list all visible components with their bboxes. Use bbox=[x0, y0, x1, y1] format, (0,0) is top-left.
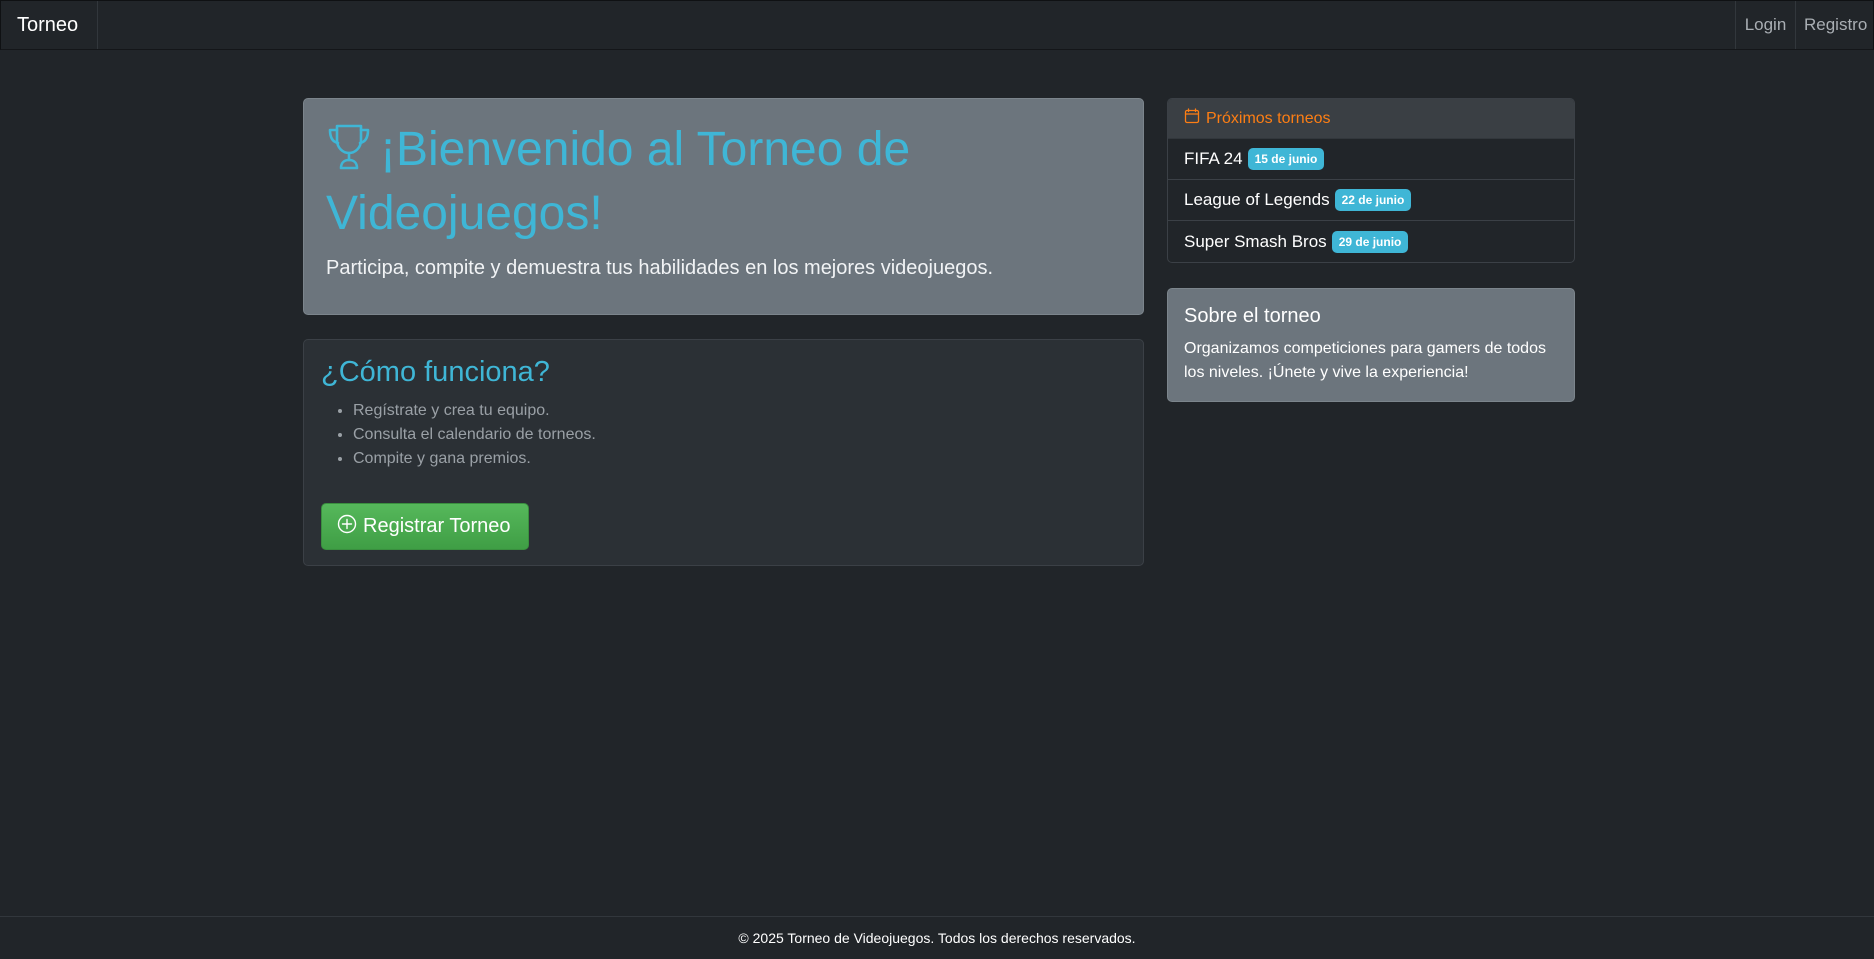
list-item: Regístrate y crea tu equipo. bbox=[353, 399, 1126, 423]
date-badge: 15 de junio bbox=[1247, 148, 1325, 170]
tournament-name: FIFA 24 bbox=[1184, 149, 1243, 168]
list-item: Consulta el calendario de torneos. bbox=[353, 423, 1126, 447]
trophy-icon bbox=[326, 123, 372, 185]
list-item: Compite y gana premios. bbox=[353, 447, 1126, 471]
tournament-name: League of Legends bbox=[1184, 190, 1330, 209]
hero-subtitle: Participa, compite y demuestra tus habil… bbox=[326, 257, 994, 279]
login-link[interactable]: Login bbox=[1735, 1, 1795, 49]
steps-list: Regístrate y crea tu equipo. Consulta el… bbox=[321, 399, 1126, 471]
list-item: Super Smash Bros 29 de junio bbox=[1168, 221, 1574, 262]
about-title: Sobre el torneo bbox=[1184, 305, 1321, 327]
brand-link[interactable]: Torneo bbox=[1, 1, 98, 49]
upcoming-header: Próximos torneos bbox=[1168, 99, 1574, 139]
plus-circle-icon bbox=[337, 514, 357, 540]
about-text: Organizamos competiciones para gamers de… bbox=[1184, 340, 1546, 381]
tournament-name: Super Smash Bros bbox=[1184, 231, 1327, 251]
top-navbar: Torneo Login Registro bbox=[0, 0, 1874, 50]
hero-title-text: ¡Bienvenido al Torneo de Videojuegos! bbox=[326, 123, 911, 240]
footer-text: © 2025 Torneo de Videojuegos. Todos los … bbox=[738, 930, 1136, 946]
hero-banner: ¡Bienvenido al Torneo de Videojuegos! Pa… bbox=[303, 98, 1144, 315]
how-it-works-card: ¿Cómo funciona? Regístrate y crea tu equ… bbox=[303, 339, 1144, 566]
list-item: FIFA 24 15 de junio bbox=[1168, 139, 1574, 180]
register-tournament-button[interactable]: Registrar Torneo bbox=[321, 503, 529, 550]
date-badge: 22 de junio bbox=[1334, 189, 1412, 211]
about-card: Sobre el torneo Organizamos competicione… bbox=[1167, 288, 1575, 402]
footer: © 2025 Torneo de Videojuegos. Todos los … bbox=[0, 916, 1874, 959]
nav-links: Login Registro bbox=[1735, 1, 1873, 49]
date-badge: 29 de junio bbox=[1331, 230, 1409, 253]
list-item: League of Legends 22 de junio bbox=[1168, 180, 1574, 221]
register-button-label: Registrar Torneo bbox=[363, 515, 511, 537]
how-it-works-title: ¿Cómo funciona? bbox=[321, 356, 550, 388]
register-link[interactable]: Registro bbox=[1795, 1, 1873, 49]
upcoming-tournaments-card: Próximos torneos FIFA 24 15 de junio Lea… bbox=[1167, 98, 1575, 263]
hero-title: ¡Bienvenido al Torneo de Videojuegos! bbox=[326, 121, 1121, 243]
upcoming-header-label: Próximos torneos bbox=[1206, 109, 1331, 127]
calendar-icon bbox=[1184, 108, 1200, 129]
